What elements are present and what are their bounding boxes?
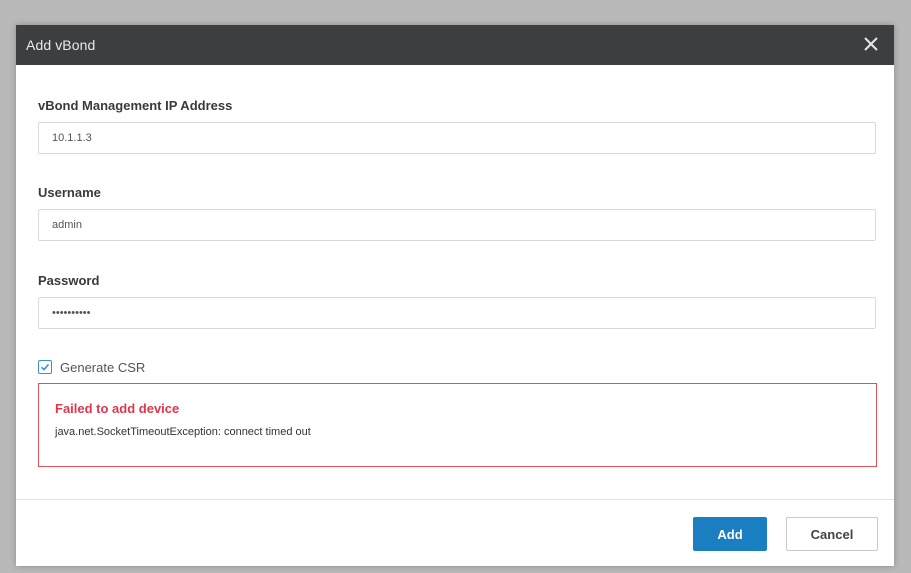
error-alert: Failed to add device java.net.SocketTime… — [38, 383, 877, 467]
password-input[interactable] — [38, 297, 876, 329]
generate-csr-row: Generate CSR — [38, 358, 145, 376]
error-message: java.net.SocketTimeoutException: connect… — [55, 426, 311, 438]
dialog-header: Add vBond — [16, 25, 894, 65]
password-label: Password — [38, 273, 100, 288]
cancel-button[interactable]: Cancel — [786, 517, 878, 551]
username-label: Username — [38, 185, 101, 200]
generate-csr-label: Generate CSR — [60, 359, 146, 375]
footer-divider — [16, 499, 894, 500]
vbond-ip-label: vBond Management IP Address — [38, 98, 233, 113]
dialog-title: Add vBond — [26, 37, 96, 53]
add-vbond-dialog: Add vBond vBond Management IP Address Us… — [16, 25, 894, 566]
error-title: Failed to add device — [55, 401, 180, 416]
username-input[interactable] — [38, 209, 876, 241]
checkmark-icon — [40, 363, 50, 371]
add-button[interactable]: Add — [693, 517, 767, 551]
vbond-ip-input[interactable] — [38, 122, 876, 154]
generate-csr-checkbox[interactable] — [38, 360, 52, 374]
close-icon — [864, 37, 878, 51]
close-button[interactable] — [858, 31, 884, 57]
